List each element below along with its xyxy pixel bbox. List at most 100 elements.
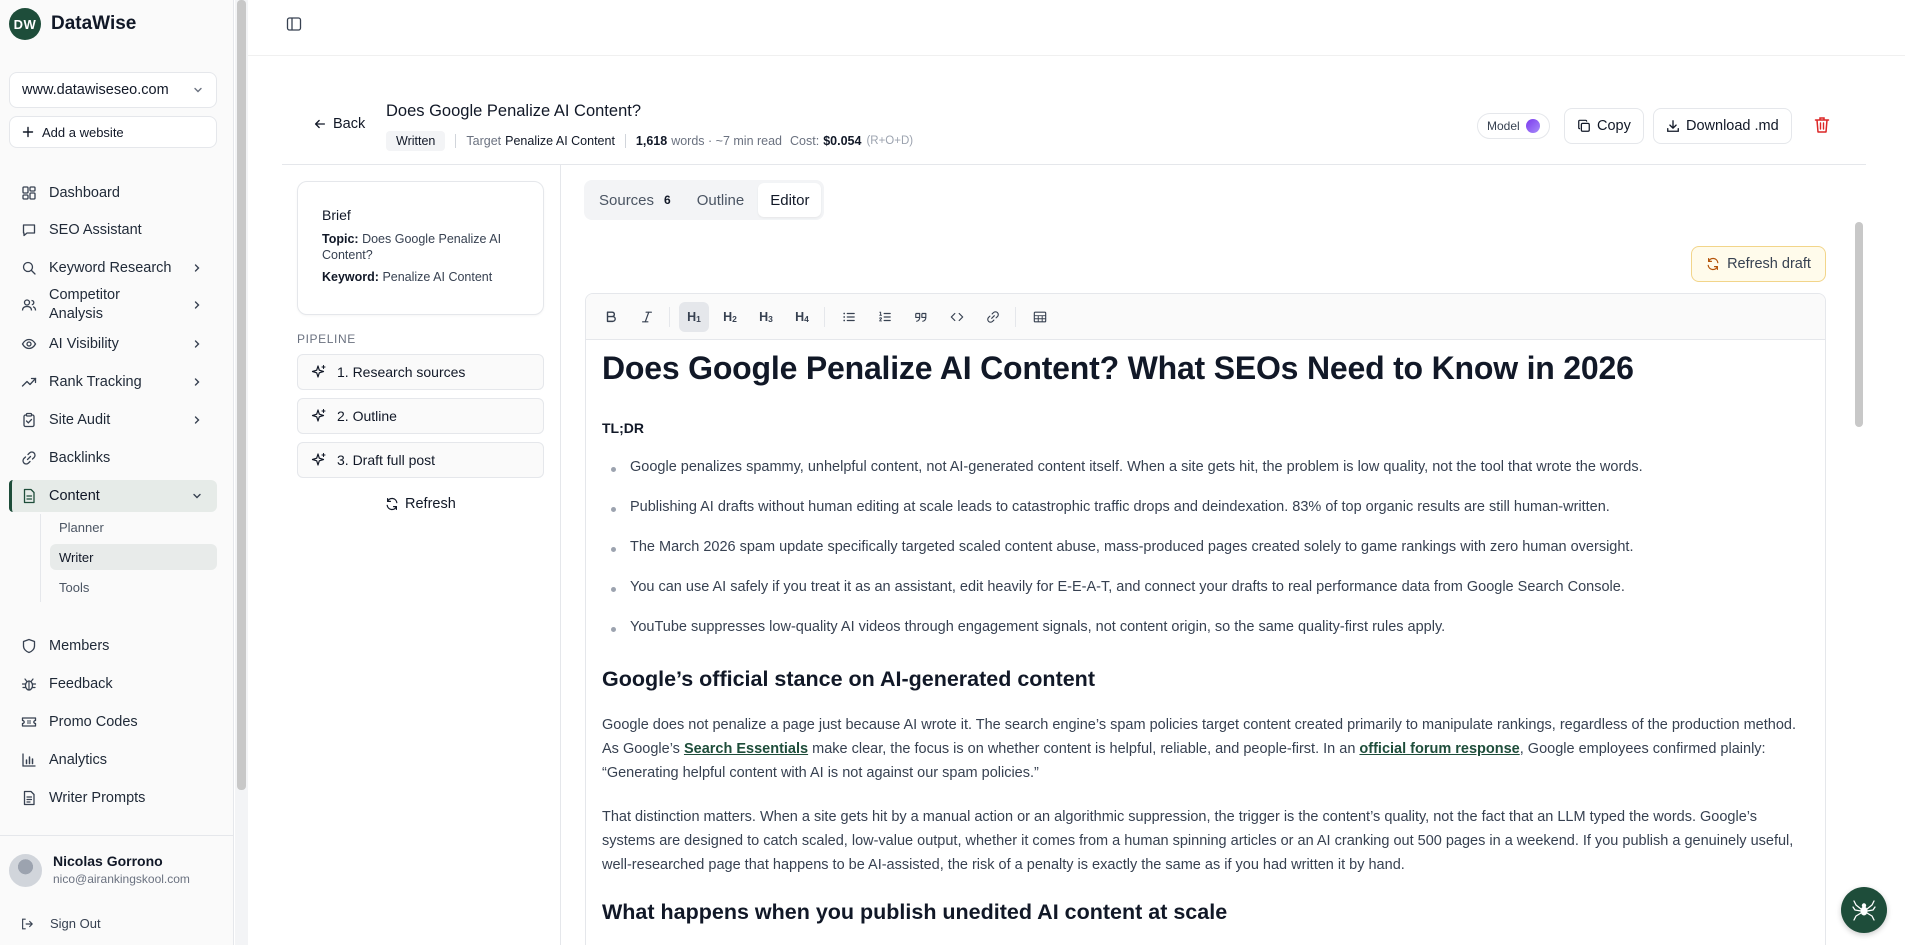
refresh-icon — [1707, 257, 1719, 271]
code-button[interactable] — [942, 302, 972, 332]
word-count: 1,618 — [635, 134, 668, 148]
nav-seo-assistant[interactable]: SEO Assistant — [9, 214, 217, 246]
bold-button[interactable] — [596, 302, 626, 332]
sign-out-button[interactable]: Sign Out — [20, 916, 101, 931]
nav-ai-visibility[interactable]: AI Visibility — [9, 328, 217, 360]
brand-logo: DW — [9, 8, 41, 40]
nav-members[interactable]: Members — [9, 630, 217, 662]
download-md-button[interactable]: Download .md — [1653, 108, 1792, 144]
tab-outline[interactable]: Outline — [685, 183, 757, 217]
nav-rank-tracking[interactable]: Rank Tracking — [9, 366, 217, 398]
code-icon — [950, 312, 964, 322]
words-label: words · ~7 min read — [671, 134, 783, 148]
pipeline-step-draft[interactable]: 3. Draft full post — [297, 442, 544, 478]
bar-chart-icon — [21, 752, 37, 768]
clipboard-check-icon — [21, 412, 37, 428]
brief-topic: Topic: Does Google Penalize AI Content? — [322, 231, 519, 263]
file-text-icon — [21, 790, 37, 806]
heading-3-button[interactable]: H3 — [751, 302, 781, 332]
tab-editor[interactable]: Editor — [758, 183, 822, 217]
pipeline-step-research[interactable]: 1. Research sources — [297, 354, 544, 390]
brand-name: DataWise — [51, 13, 137, 34]
model-label: Model — [1487, 119, 1520, 133]
website-select-value: www.datawiseseo.com — [22, 82, 169, 98]
heading-2-button[interactable]: H2 — [715, 302, 745, 332]
nav-feedback[interactable]: Feedback — [9, 668, 217, 700]
nav-backlinks[interactable]: Backlinks — [9, 442, 217, 474]
nav-content-planner[interactable]: Planner — [50, 514, 217, 540]
model-button[interactable]: Model — [1477, 113, 1550, 139]
copy-label: Copy — [1597, 118, 1631, 134]
dashboard-icon — [21, 185, 37, 201]
nav-rank-tracking-label: Rank Tracking — [49, 374, 142, 390]
list-item: Google penalizes spammy, unhelpful conte… — [611, 459, 1643, 475]
nav-site-audit-label: Site Audit — [49, 412, 111, 428]
nav-content[interactable]: Content — [9, 480, 217, 512]
copy-button[interactable]: Copy — [1564, 108, 1644, 144]
blockquote-button[interactable] — [906, 302, 936, 332]
nav-content-writer[interactable]: Writer — [50, 544, 217, 570]
bold-icon — [606, 311, 616, 323]
chevron-right-icon — [194, 378, 200, 386]
bullet-list-button[interactable] — [834, 302, 864, 332]
link-button[interactable] — [978, 302, 1008, 332]
ordered-list-icon — [879, 311, 891, 322]
user-name: Nicolas Gorrono — [53, 853, 163, 869]
list-item: YouTube suppresses low-quality AI videos… — [610, 619, 1446, 635]
add-website-button[interactable]: Add a website — [9, 116, 217, 148]
nav-dashboard[interactable]: Dashboard — [9, 177, 217, 209]
nav-analytics[interactable]: Analytics — [9, 744, 217, 776]
table-button[interactable] — [1025, 302, 1055, 332]
italic-button[interactable] — [632, 302, 662, 332]
paragraph-text: make clear, the focus is on whether cont… — [808, 741, 1360, 757]
nav-site-audit[interactable]: Site Audit — [9, 404, 217, 436]
trash-icon[interactable] — [1814, 116, 1830, 134]
link-icon — [987, 311, 999, 323]
brand[interactable]: DW DataWise — [9, 8, 136, 40]
tab-outline-label: Outline — [696, 191, 745, 209]
tab-sources[interactable]: Sources 6 — [587, 183, 683, 217]
sidebar-toggle-icon[interactable] — [286, 16, 302, 32]
sidebar-scrollbar-thumb[interactable] — [237, 0, 246, 790]
plus-icon — [22, 126, 34, 138]
official-forum-response-link[interactable]: official forum response — [1359, 741, 1519, 757]
back-button[interactable]: Back — [313, 116, 365, 132]
website-select[interactable]: www.datawiseseo.com — [9, 72, 217, 108]
model-logo-icon — [1525, 119, 1540, 133]
trending-up-icon — [21, 374, 37, 390]
sparkles-icon — [311, 408, 326, 422]
editor-scrollbar-thumb[interactable] — [1855, 222, 1863, 427]
pipeline-refresh-button[interactable]: Refresh — [385, 496, 456, 512]
pipeline-step-outline[interactable]: 2. Outline — [297, 398, 544, 434]
assistant-fab-button[interactable] — [1841, 887, 1887, 933]
article-paragraph: Google does not penalize a page just bec… — [602, 713, 1807, 785]
pipeline-step-label: 2. Outline — [337, 408, 397, 424]
nav-content-tools[interactable]: Tools — [50, 574, 217, 600]
brief-keyword-label: Keyword: — [322, 270, 379, 284]
avatar[interactable] — [9, 854, 42, 887]
nav-ai-visibility-label: AI Visibility — [49, 336, 119, 352]
ordered-list-button[interactable] — [870, 302, 900, 332]
chevron-right-icon — [194, 301, 200, 309]
nav-keyword-research[interactable]: Keyword Research — [9, 252, 217, 284]
heading-4-button[interactable]: H4 — [787, 302, 817, 332]
brief-keyword: Keyword: Penalize AI Content — [322, 269, 519, 285]
cost-value: $0.054 — [823, 134, 862, 148]
users-icon — [21, 297, 37, 313]
toolbar-divider — [824, 307, 825, 327]
content-submenu-line — [40, 514, 41, 602]
heading-1-button[interactable]: H1 — [679, 302, 709, 332]
nav-writer-prompts[interactable]: Writer Prompts — [9, 782, 217, 814]
refresh-draft-button[interactable]: Refresh draft — [1691, 246, 1826, 282]
chevron-right-icon — [194, 416, 200, 424]
meta-divider — [455, 134, 457, 148]
log-out-icon — [22, 918, 33, 929]
list-item: The March 2026 spam update specifically … — [610, 539, 1634, 555]
nav-competitor-analysis[interactable]: Competitor Analysis — [9, 285, 217, 325]
pipeline-step-label: 3. Draft full post — [337, 452, 436, 468]
nav-promo-codes[interactable]: Promo Codes — [9, 706, 217, 738]
nav-backlinks-label: Backlinks — [49, 450, 111, 466]
search-essentials-link[interactable]: Search Essentials — [684, 741, 808, 757]
document-meta: Written Target Penalize AI Content 1,618… — [386, 131, 913, 151]
shield-icon — [21, 638, 37, 654]
